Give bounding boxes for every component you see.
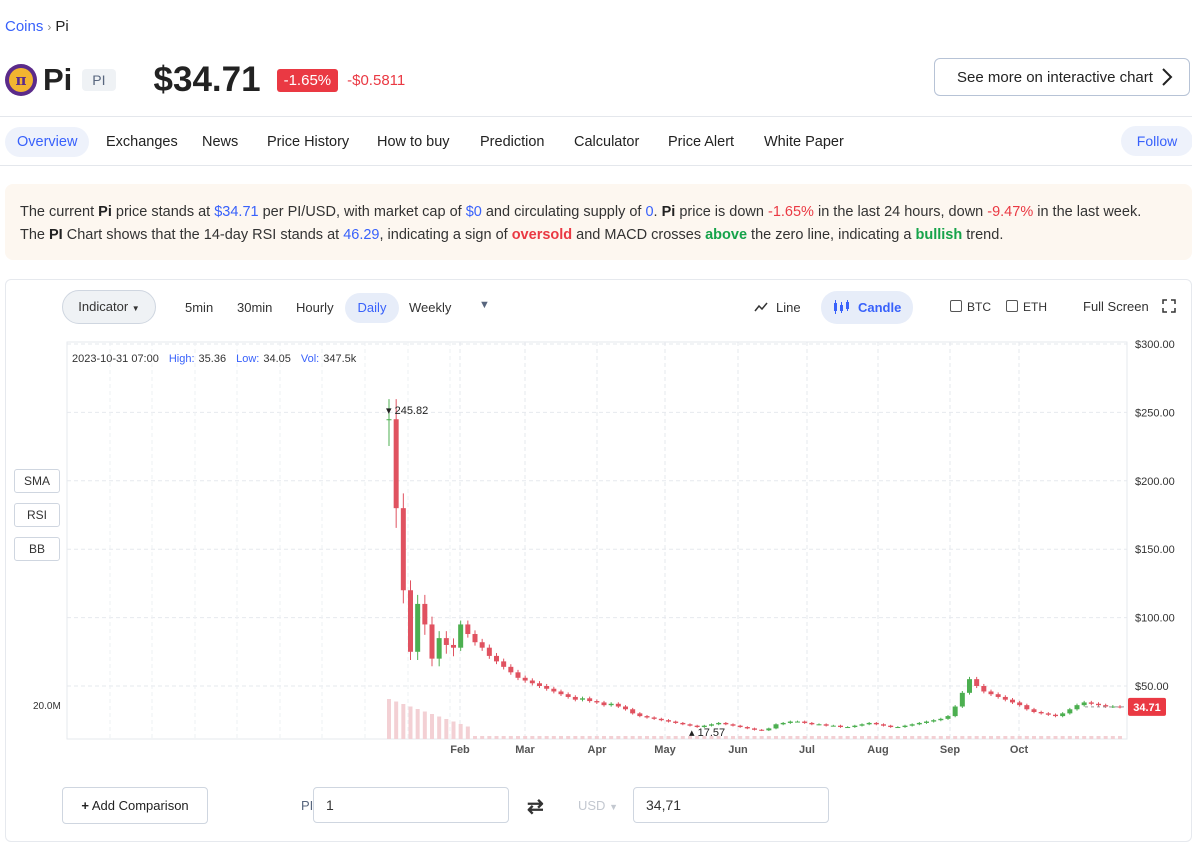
caret-down-icon: ▼ <box>131 304 140 313</box>
breadcrumb-coins-link[interactable]: Coins <box>5 18 43 35</box>
tab-exchanges[interactable]: Exchanges <box>106 127 178 157</box>
indicator-dropdown[interactable]: Indicator ▼ <box>62 290 156 324</box>
checkbox-icon <box>1006 300 1018 312</box>
plus-icon: + <box>81 798 89 813</box>
breadcrumb: Coins › Pi <box>5 18 69 35</box>
rsi-button[interactable]: RSI <box>14 503 60 527</box>
tab-how-to-buy[interactable]: How to buy <box>377 127 450 157</box>
line-chart-icon <box>754 302 768 312</box>
chevron-right-icon <box>1162 68 1173 86</box>
converter-from-symbol: PI <box>301 798 314 813</box>
candle-chart-button[interactable]: Candle <box>821 291 913 324</box>
tab-price-alert[interactable]: Price Alert <box>668 127 734 157</box>
timeframe-5min[interactable]: 5min <box>185 300 213 315</box>
tab-overview[interactable]: Overview <box>5 127 90 157</box>
checkbox-icon <box>950 300 962 312</box>
compare-btc-checkbox[interactable]: BTC <box>950 300 991 314</box>
tab-calculator[interactable]: Calculator <box>574 127 639 157</box>
swap-icon[interactable]: ⇄ <box>527 794 544 819</box>
timeframe-hourly[interactable]: Hourly <box>296 300 334 315</box>
tab-prediction[interactable]: Prediction <box>480 127 544 157</box>
timeframe-more-caret-icon[interactable]: ▼ <box>479 299 490 311</box>
bb-button[interactable]: BB <box>14 537 60 561</box>
price-chart-card <box>5 279 1192 842</box>
nav-tabs: Overview Exchanges News Price History Ho… <box>0 116 1192 166</box>
interactive-chart-label: See more on interactive chart <box>957 68 1153 86</box>
sma-button[interactable]: SMA <box>14 469 60 493</box>
fullscreen-icon <box>1162 299 1177 313</box>
price-change-percent-badge: -1.65% <box>276 68 339 92</box>
tab-price-history[interactable]: Price History <box>267 127 349 157</box>
candle-chart-icon <box>834 300 849 314</box>
interactive-chart-button[interactable]: See more on interactive chart <box>934 58 1190 96</box>
timeframe-30min[interactable]: 30min <box>237 300 272 315</box>
line-chart-button[interactable]: Line <box>754 300 801 315</box>
timeframe-weekly[interactable]: Weekly <box>409 300 451 315</box>
summary-line-1: The current Pi price stands at $34.71 pe… <box>20 204 1142 220</box>
converter-currency-select[interactable]: USD ▼ <box>578 798 618 813</box>
compare-eth-checkbox[interactable]: ETH <box>1006 300 1047 314</box>
timeframe-daily[interactable]: Daily <box>345 293 399 323</box>
breadcrumb-separator-icon: › <box>47 20 52 34</box>
price-change-amount: -$0.5811 <box>347 71 406 89</box>
chevron-down-icon: ▼ <box>609 802 618 812</box>
coin-header: π Pi PI $34.71 -1.65% -$0.5811 <box>5 60 405 100</box>
coin-name: Pi <box>43 62 73 97</box>
converter-to-input[interactable]: 34,71 <box>633 787 829 823</box>
pi-logo-icon: π <box>5 64 37 96</box>
coin-price: $34.71 <box>153 60 261 99</box>
tab-white-paper[interactable]: White Paper <box>764 127 844 157</box>
converter-from-input[interactable]: 1 <box>313 787 509 823</box>
tab-news[interactable]: News <box>202 127 238 157</box>
follow-button[interactable]: Follow <box>1121 126 1192 156</box>
summary-line-2: The PI Chart shows that the 14-day RSI s… <box>20 227 1004 243</box>
breadcrumb-current: Pi <box>55 18 69 35</box>
price-summary: The current Pi price stands at $34.71 pe… <box>5 184 1192 260</box>
coin-symbol-badge: PI <box>82 69 116 91</box>
fullscreen-button[interactable]: Full Screen <box>1083 299 1177 314</box>
add-comparison-button[interactable]: + Add Comparison <box>62 787 208 824</box>
